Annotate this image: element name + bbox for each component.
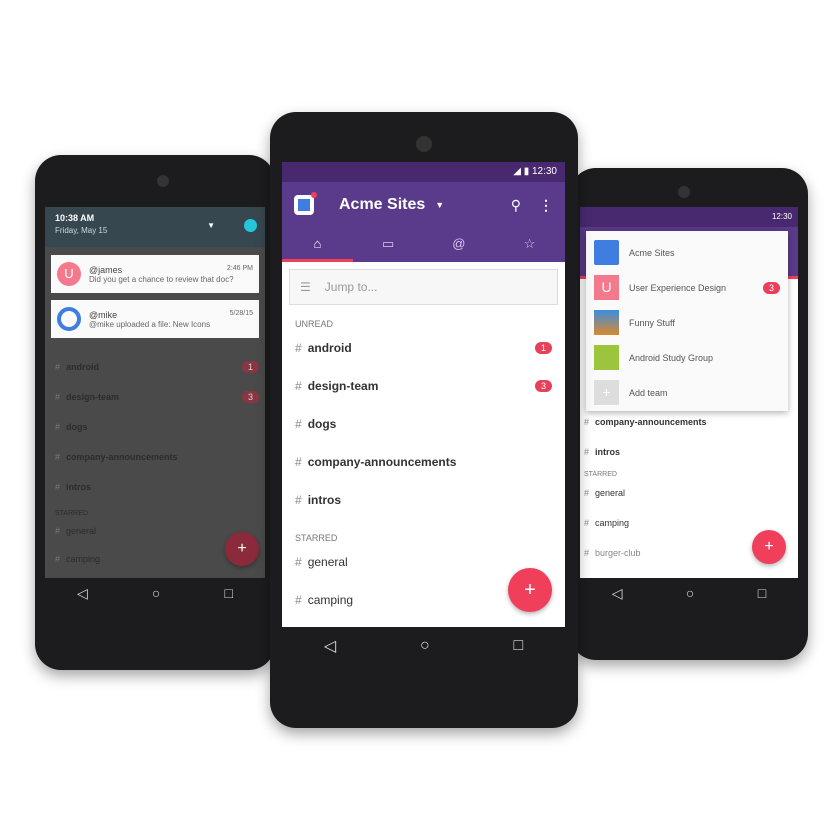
team-name[interactable]: Acme Sites bbox=[339, 196, 425, 214]
wifi-icon: ▼ bbox=[207, 221, 215, 230]
channel-android[interactable]: # android 1 bbox=[295, 329, 552, 367]
team-acme-sites[interactable]: Acme Sites bbox=[594, 235, 780, 270]
add-team-button[interactable]: + Add team bbox=[594, 375, 780, 410]
left-screen: 10:38 AM Friday, May 15 ▼ U @james 2:46 P… bbox=[45, 207, 265, 578]
channel-intros[interactable]: # intros bbox=[584, 437, 794, 467]
unread-label: UNREAD bbox=[295, 319, 334, 329]
notification-time: 5/28/15 bbox=[229, 309, 253, 317]
android-icon bbox=[594, 345, 619, 370]
channel-dogs[interactable]: # dogs bbox=[55, 412, 259, 442]
tab-mentions[interactable]: @ bbox=[424, 228, 495, 262]
tab-messages[interactable]: ▭ bbox=[353, 228, 424, 262]
notification-james[interactable]: U @james 2:46 PM Did you get a chance to … bbox=[51, 255, 259, 293]
channel-android[interactable]: # android 1 bbox=[55, 352, 259, 382]
plus-icon: + bbox=[594, 380, 619, 405]
team-funny-stuff[interactable]: Funny Stuff bbox=[594, 305, 780, 340]
team-user-experience-design[interactable]: U User Experience Design 3 bbox=[594, 270, 780, 305]
right-screen: 12:30 # company-announcements # intros STA… bbox=[580, 207, 798, 578]
compose-fab[interactable]: + bbox=[752, 530, 786, 564]
front-camera bbox=[157, 175, 169, 187]
nav-bar: ◁ ○ □ bbox=[580, 578, 798, 608]
tab-starred[interactable]: ☆ bbox=[494, 228, 565, 262]
app-bar: Acme Sites ▼ ⚲ ⋮ bbox=[282, 182, 565, 228]
starred-label: STARRED bbox=[295, 533, 338, 543]
channel-company-announcements[interactable]: # company-announcements bbox=[55, 442, 259, 472]
front-camera bbox=[416, 136, 432, 152]
channel-intros[interactable]: # intros bbox=[295, 481, 552, 519]
channel-company-announcements[interactable]: # company-announcements bbox=[295, 443, 552, 481]
tab-home[interactable]: ⌂ bbox=[282, 228, 353, 262]
more-icon[interactable]: ⋮ bbox=[539, 197, 553, 214]
account-icon bbox=[244, 219, 257, 232]
team-android-study-group[interactable]: Android Study Group bbox=[594, 340, 780, 375]
recents-icon[interactable]: □ bbox=[224, 585, 232, 601]
chevron-down-icon[interactable]: ▼ bbox=[435, 200, 444, 210]
search-icon[interactable]: ⚲ bbox=[511, 197, 521, 214]
back-icon[interactable]: ◁ bbox=[77, 585, 88, 602]
starred-label: STARRED bbox=[584, 471, 617, 478]
avatar bbox=[57, 307, 81, 331]
tab-bar: ⌂ ▭ @ ☆ bbox=[282, 228, 565, 262]
compose-fab[interactable]: + bbox=[508, 568, 552, 612]
channel-company-announcements[interactable]: # company-announcements bbox=[584, 407, 794, 437]
recents-icon[interactable]: □ bbox=[513, 637, 523, 655]
date: Friday, May 15 bbox=[55, 226, 108, 235]
team-switcher-menu: Acme Sites U User Experience Design 3 Funn… bbox=[586, 231, 788, 411]
compose-fab[interactable]: + bbox=[225, 532, 259, 566]
notification-user: @james bbox=[89, 264, 123, 275]
left-phone: 10:38 AM Friday, May 15 ▼ U @james 2:46 P… bbox=[35, 155, 275, 670]
notification-dot bbox=[311, 192, 317, 198]
home-icon[interactable]: ○ bbox=[152, 585, 160, 601]
back-icon[interactable]: ◁ bbox=[324, 636, 336, 656]
signal-icon: ◢ ▮ bbox=[513, 166, 532, 177]
notification-text: @mike uploaded a file: New Icons bbox=[89, 319, 211, 329]
home-icon[interactable]: ○ bbox=[686, 585, 694, 601]
right-phone: 12:30 # company-announcements # intros STA… bbox=[570, 168, 808, 660]
front-camera bbox=[678, 186, 690, 198]
team-icon[interactable] bbox=[294, 192, 317, 215]
channel-intros[interactable]: # intros bbox=[55, 472, 259, 502]
clock: 10:38 AM bbox=[55, 213, 95, 223]
channel-dogs[interactable]: # dogs bbox=[295, 405, 552, 443]
center-screen: ◢ ▮ 12:30 Acme Sites ▼ ⚲ ⋮ ⌂ ▭ @ ☆ ☰ Jump… bbox=[282, 162, 565, 627]
notification-time: 2:46 PM bbox=[226, 264, 253, 272]
recents-icon[interactable]: □ bbox=[758, 585, 766, 601]
status-time: 12:30 bbox=[531, 166, 557, 177]
notification-text: Did you get a chance to review that doc? bbox=[89, 274, 234, 284]
avatar: U bbox=[57, 262, 81, 286]
notification-mike[interactable]: @mike 5/28/15 @mike uploaded a file: New … bbox=[51, 300, 259, 338]
channel-general[interactable]: # general bbox=[584, 478, 794, 508]
notification-user: @mike bbox=[89, 309, 118, 320]
starred-label: STARRED bbox=[55, 510, 88, 517]
status-bar: 12:30 bbox=[580, 207, 798, 227]
nav-bar: ◁ ○ □ bbox=[282, 627, 565, 665]
center-phone: ◢ ▮ 12:30 Acme Sites ▼ ⚲ ⋮ ⌂ ▭ @ ☆ ☰ Jump… bbox=[270, 112, 578, 728]
team-icon bbox=[594, 310, 619, 335]
home-icon[interactable]: ○ bbox=[420, 637, 430, 655]
team-icon bbox=[594, 240, 619, 265]
status-bar: ◢ ▮ 12:30 bbox=[282, 162, 565, 182]
channel-design-team[interactable]: # design-team 3 bbox=[295, 367, 552, 405]
team-icon: U bbox=[594, 275, 619, 300]
channel-design-team[interactable]: # design-team 3 bbox=[55, 382, 259, 412]
nav-bar: ◁ ○ □ bbox=[45, 578, 265, 608]
jump-icon: ☰ bbox=[300, 280, 311, 294]
back-icon[interactable]: ◁ bbox=[612, 585, 623, 602]
jump-to-search[interactable]: ☰ Jump to... bbox=[289, 269, 558, 305]
notification-header: 10:38 AM Friday, May 15 ▼ bbox=[45, 207, 265, 247]
